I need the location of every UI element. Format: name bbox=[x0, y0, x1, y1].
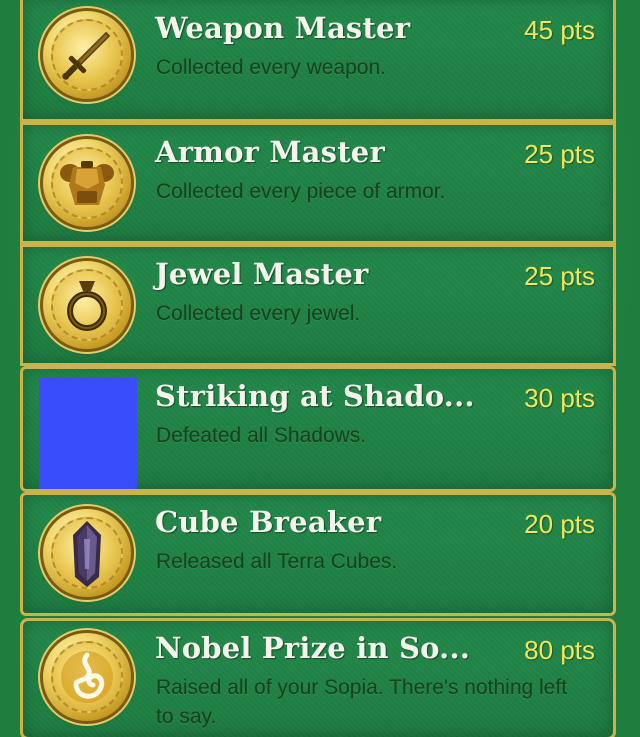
achievement-title: Striking at Shado... bbox=[155, 379, 475, 413]
achievement-title: Weapon Master bbox=[155, 11, 411, 45]
achievement-title: Jewel Master bbox=[155, 257, 369, 291]
crystal-icon bbox=[73, 521, 101, 587]
achievement-description: Collected every piece of armor. bbox=[156, 180, 446, 203]
sword-icon bbox=[62, 32, 110, 80]
achievement-medal bbox=[43, 261, 131, 349]
achievement-title: Cube Breaker bbox=[155, 505, 382, 539]
armor-icon bbox=[60, 161, 114, 205]
flame-swirl-icon bbox=[61, 651, 113, 703]
achievement-points: 45 pts bbox=[524, 15, 595, 45]
achievement-points: 25 pts bbox=[524, 261, 595, 291]
achievement-title: Nobel Prize in So... bbox=[155, 631, 471, 665]
achievement-description: Released all Terra Cubes. bbox=[156, 550, 398, 573]
achievement-row-striking-at-shadows[interactable]: Striking at Shado... 30 pts Defeated all… bbox=[20, 366, 616, 492]
achievement-points: 25 pts bbox=[524, 139, 595, 169]
achievement-description: Raised all of your Sopia. There's nothin… bbox=[156, 676, 568, 728]
achievement-medal bbox=[43, 139, 131, 227]
achievement-description: Collected every jewel. bbox=[156, 302, 361, 325]
achievement-title: Armor Master bbox=[155, 135, 385, 169]
achievement-row-nobel-prize[interactable]: Nobel Prize in So... 80 pts Raised all o… bbox=[20, 618, 616, 737]
achievement-row-cube-breaker[interactable]: Cube Breaker 20 pts Released all Terra C… bbox=[20, 492, 616, 616]
achievement-points: 20 pts bbox=[524, 509, 595, 539]
achievement-points: 30 pts bbox=[524, 383, 595, 413]
achievement-description: Collected every weapon. bbox=[156, 56, 386, 79]
placeholder-image bbox=[39, 377, 137, 489]
achievement-row-weapon-master[interactable]: Weapon Master 45 pts Collected every wea… bbox=[20, 0, 616, 122]
achievement-medal bbox=[43, 509, 131, 597]
achievement-description: Defeated all Shadows. bbox=[156, 424, 367, 447]
achievement-medal bbox=[43, 633, 131, 721]
achievement-row-armor-master[interactable]: Armor Master 25 pts Collected every piec… bbox=[20, 122, 616, 244]
achievement-row-jewel-master[interactable]: Jewel Master 25 pts Collected every jewe… bbox=[20, 244, 616, 366]
ring-icon bbox=[67, 281, 107, 331]
achievement-medal bbox=[43, 11, 131, 99]
achievement-points: 80 pts bbox=[524, 635, 595, 665]
